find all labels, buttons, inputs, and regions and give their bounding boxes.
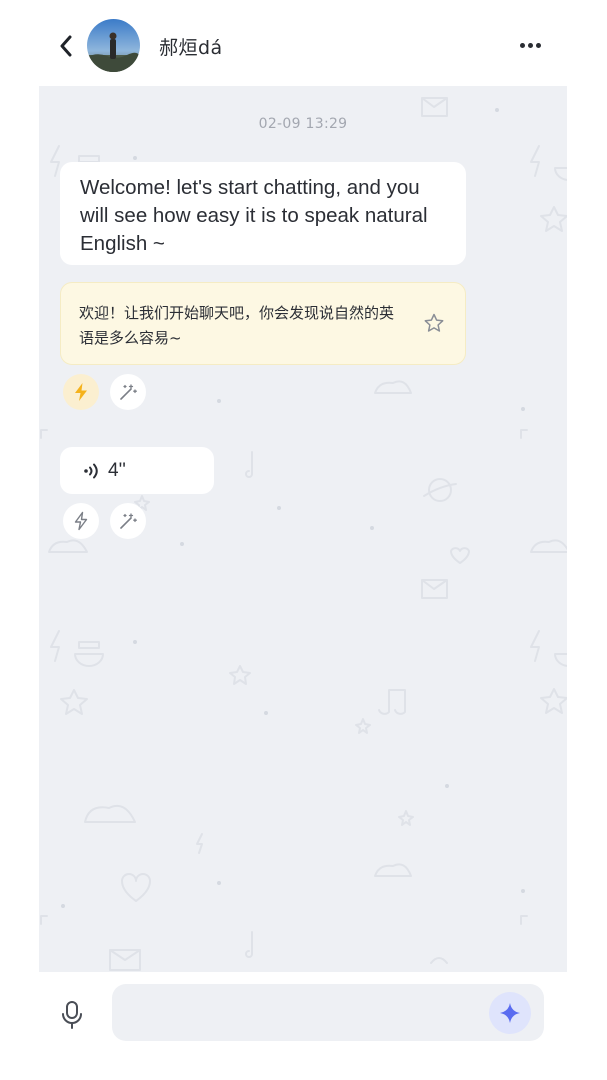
- translation-bubble[interactable]: 欢迎！让我们开始聊天吧，你会发现说自然的英语是多么容易~: [60, 282, 466, 365]
- input-bar: [0, 972, 607, 1080]
- microphone-button[interactable]: [56, 998, 88, 1032]
- lightning-icon: [75, 383, 87, 401]
- magic-wand-icon: [120, 384, 137, 400]
- more-dots-icon: [519, 42, 525, 48]
- contact-name: 郝烜dá: [159, 37, 223, 59]
- star-icon[interactable]: [423, 312, 445, 334]
- translation-text: 欢迎！让我们开始聊天吧，你会发现说自然的英语是多么容易~: [79, 304, 395, 347]
- voice-message[interactable]: 4'': [60, 447, 214, 494]
- voice-duration: 4'': [108, 459, 126, 481]
- magic-wand-button-2[interactable]: [110, 503, 146, 539]
- back-button[interactable]: [52, 30, 80, 62]
- sparkle-icon: [500, 1003, 520, 1023]
- lightning-button[interactable]: [63, 374, 99, 410]
- chat-header: 郝烜dá: [0, 0, 607, 86]
- ai-assist-button[interactable]: [489, 992, 531, 1034]
- lightning-button-2[interactable]: [63, 503, 99, 539]
- voice-wave-icon: [84, 463, 98, 478]
- microphone-icon: [62, 1001, 82, 1029]
- chat-area[interactable]: 02-09 13:29 Welcome! let's start chattin…: [39, 86, 567, 972]
- lightning-outline-icon: [74, 511, 88, 531]
- magic-wand-icon: [120, 513, 137, 529]
- magic-wand-button[interactable]: [110, 374, 146, 410]
- message-timestamp: 02-09 13:29: [258, 116, 348, 132]
- message-bubble-english[interactable]: Welcome! let's start chatting, and you w…: [60, 162, 466, 265]
- chevron-left-icon: [60, 35, 72, 57]
- message-input[interactable]: [112, 984, 544, 1041]
- more-options-button[interactable]: [512, 30, 548, 60]
- avatar[interactable]: [87, 19, 140, 72]
